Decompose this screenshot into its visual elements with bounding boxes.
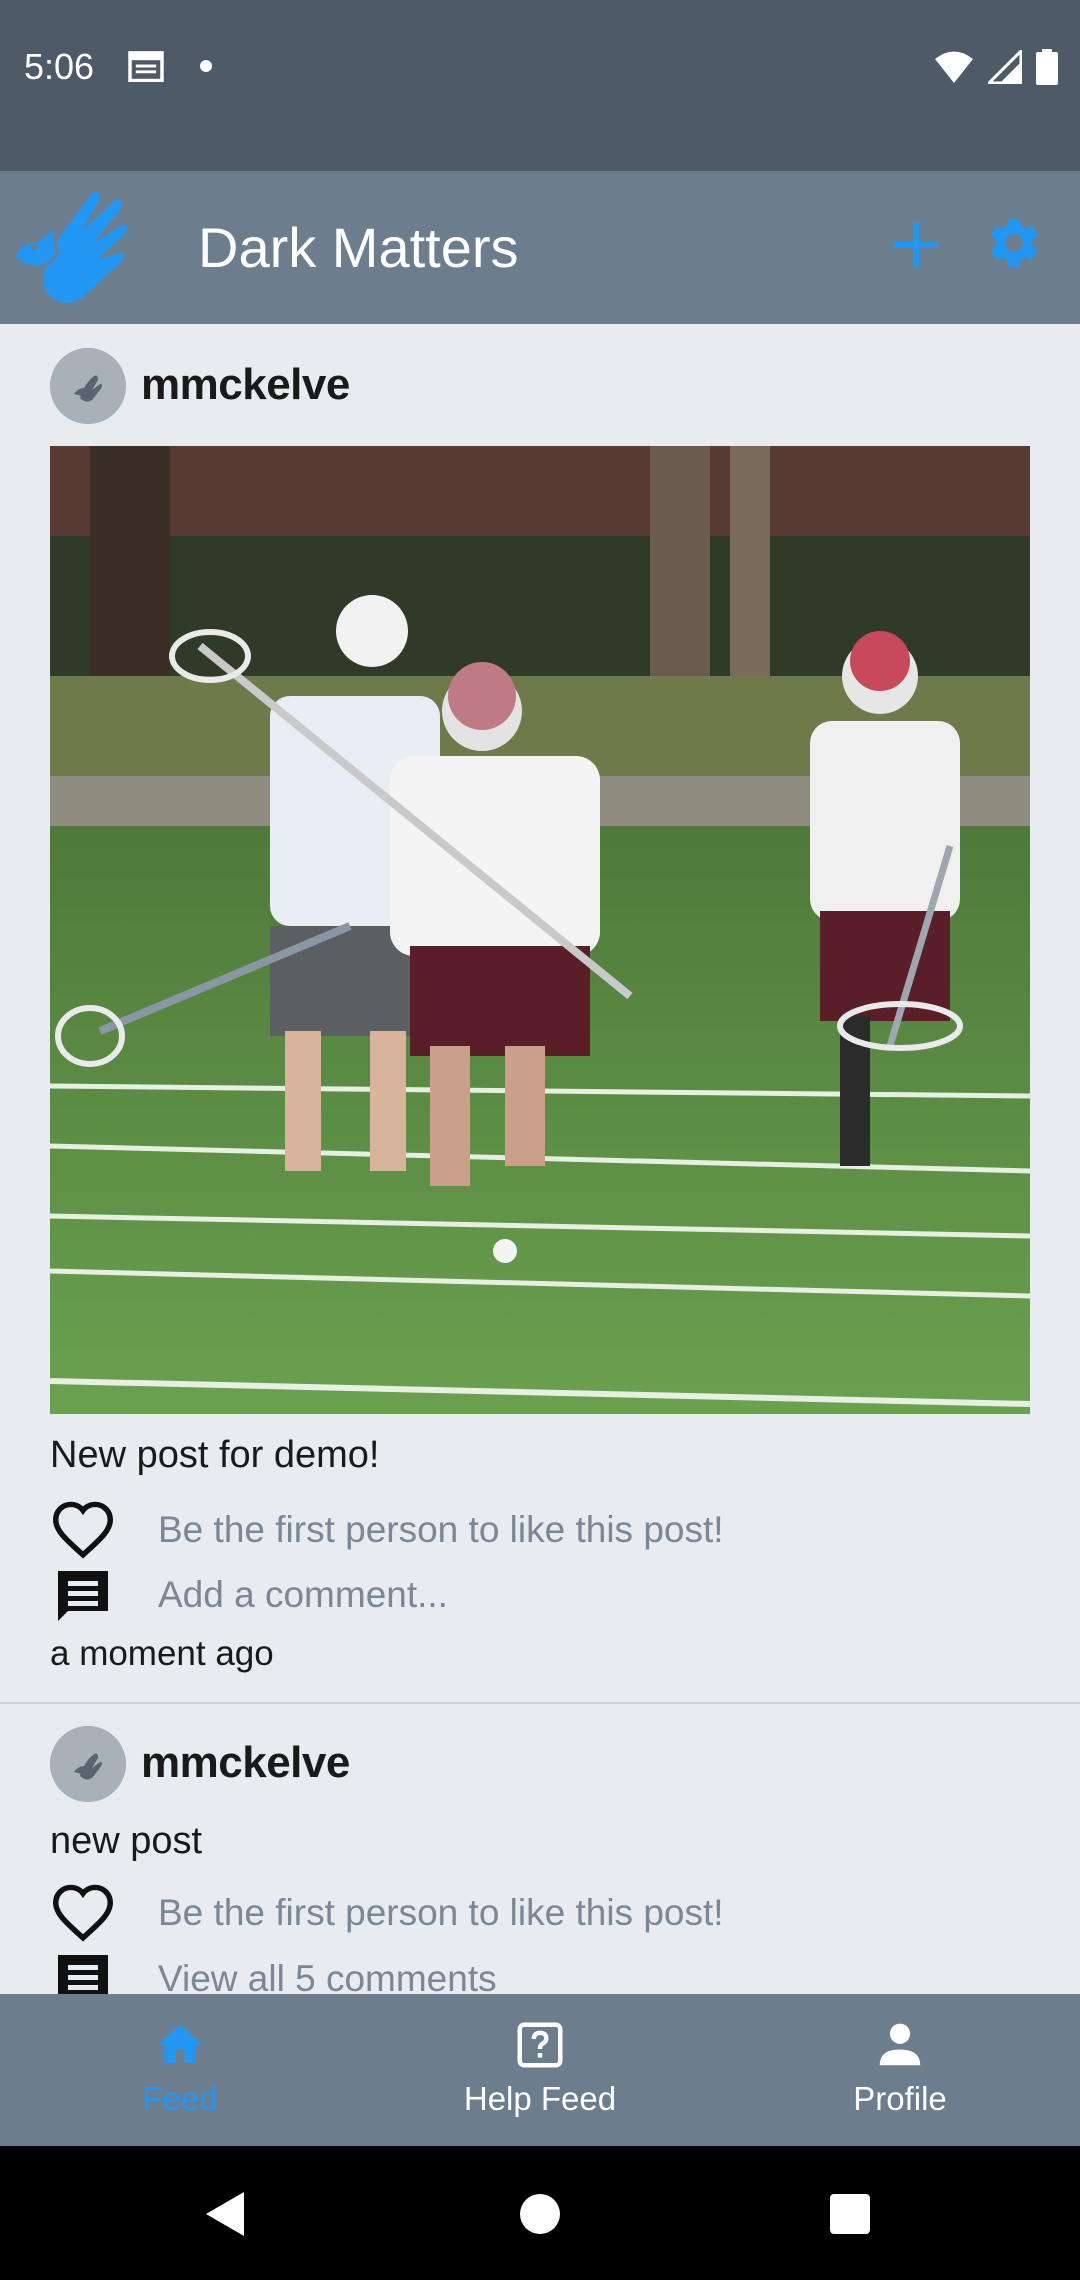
nav-tab-label: Profile <box>853 2080 947 2117</box>
like-heart-button[interactable] <box>50 1882 116 1942</box>
post-caption: New post for demo! <box>50 1434 380 1476</box>
nav-tab-label: Feed <box>142 2080 218 2117</box>
post-card: mmckelve new post Be the first person to… <box>0 1704 1080 1994</box>
post-photo[interactable] <box>50 446 1030 1414</box>
avatar-placeholder-icon <box>50 1726 126 1802</box>
nav-tab-help-feed[interactable]: Help Feed <box>360 1994 720 2146</box>
system-navigation-bar <box>0 2146 1080 2280</box>
wifi-icon <box>935 51 973 83</box>
app-bar: Dark Matters <box>0 171 1080 324</box>
post-username[interactable]: mmckelve <box>141 1738 350 1788</box>
like-heart-button[interactable] <box>50 1499 116 1559</box>
home-circle-icon[interactable] <box>512 2186 568 2242</box>
post-timestamp: a moment ago <box>50 1634 274 1673</box>
comment-icon[interactable] <box>50 1950 116 1994</box>
nav-tab-profile[interactable]: Profile <box>720 1994 1080 2146</box>
post-caption: new post <box>50 1820 203 1862</box>
add-comment-link[interactable]: Add a comment... <box>158 1574 448 1616</box>
status-time: 5:06 <box>24 46 95 87</box>
home-icon <box>157 2024 203 2063</box>
avatar-placeholder-icon <box>50 348 126 424</box>
status-bar: 5:06 <box>0 0 1080 171</box>
bottom-navigation: Feed Help Feed Profile <box>0 1994 1080 2146</box>
app-title: Dark Matters <box>198 216 519 279</box>
like-status-text[interactable]: Be the first person to like this post! <box>158 1892 724 1934</box>
view-comments-link[interactable]: View all 5 comments <box>158 1958 497 1994</box>
calendar-icon <box>128 51 164 82</box>
settings-gear-button[interactable] <box>984 213 1044 273</box>
comment-icon[interactable] <box>50 1566 116 1626</box>
nav-tab-feed[interactable]: Feed <box>0 1994 360 2146</box>
person-icon <box>879 2023 921 2066</box>
post-card: mmckelve New post for demo! Be the first… <box>0 324 1080 1704</box>
feed-list[interactable]: mmckelve New post for demo! Be the first… <box>0 324 1080 1994</box>
user-avatar[interactable] <box>50 348 126 424</box>
cell-signal-icon <box>988 50 1022 84</box>
post-username[interactable]: mmckelve <box>141 360 350 410</box>
notification-dot-icon <box>200 60 212 72</box>
nav-tab-label: Help Feed <box>463 2080 617 2117</box>
help-box-icon <box>517 2022 563 2068</box>
recents-square-icon[interactable] <box>822 2186 878 2242</box>
add-post-button[interactable] <box>886 215 946 275</box>
back-triangle-icon[interactable] <box>198 2186 254 2242</box>
like-status-text[interactable]: Be the first person to like this post! <box>158 1509 724 1551</box>
lacrosse-photo-image <box>50 446 1030 1414</box>
app-logo-icon <box>12 191 128 304</box>
user-avatar[interactable] <box>50 1726 126 1802</box>
battery-icon <box>1036 49 1058 85</box>
